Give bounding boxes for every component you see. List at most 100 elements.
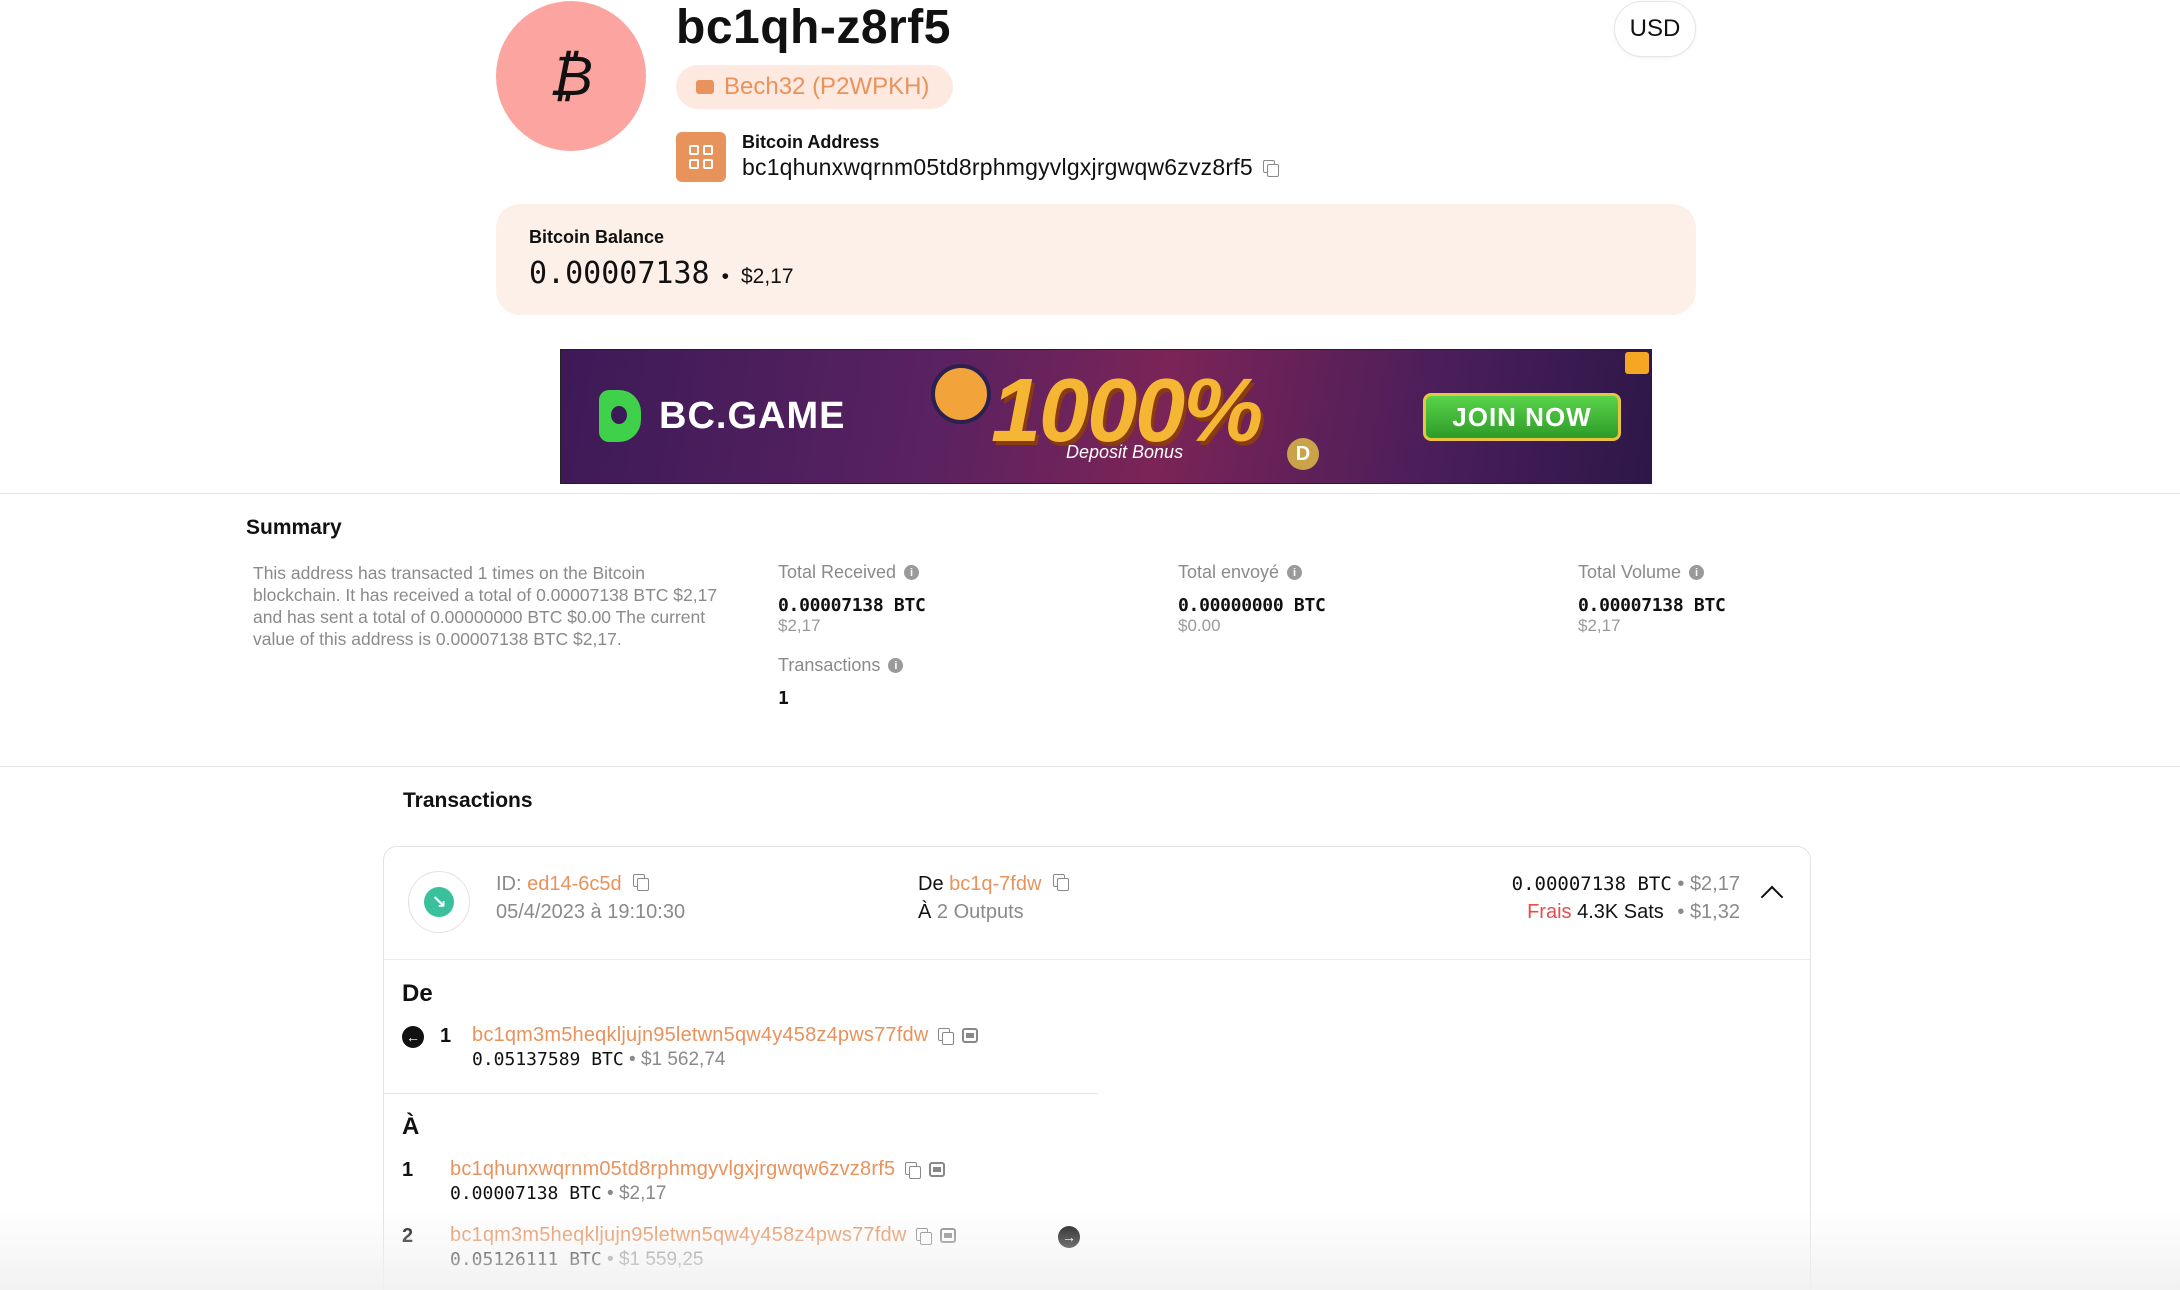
info-icon[interactable]: i — [904, 565, 920, 580]
total-volume-btc: 0.00007138 BTC — [1578, 595, 1726, 616]
inputs-title: De — [402, 980, 433, 1007]
balance-separator: • — [721, 265, 729, 288]
tx-id-row: ID: ed14-6c5d — [496, 873, 650, 896]
shiba-coin-icon — [931, 364, 991, 424]
transaction-card: ↘ ID: ed14-6c5d 05/4/2023 à 19:10:30 De … — [383, 846, 1811, 1290]
transactions-count-label: Transactions — [778, 655, 881, 675]
join-now-button[interactable]: JOIN NOW — [1423, 393, 1621, 441]
bitcoin-avatar: ₿ — [496, 1, 646, 151]
total-received-usd: $2,17 — [778, 616, 821, 635]
output-amount-row: 0.00007138 BTC • $2,17 — [450, 1183, 666, 1205]
incoming-arrow-icon: ↘ — [424, 887, 454, 917]
bcgame-brand: BC.GAME — [659, 394, 846, 437]
address-label: Bitcoin Address — [742, 132, 880, 152]
balance-card: Bitcoin Balance 0.00007138 • $2,17 — [496, 204, 1696, 315]
output-address-link[interactable]: bc1qhunxwqrnm05td8rphmgyvlgxjrgwqw6zvz8r… — [450, 1158, 895, 1181]
output-usd: $1 559,25 — [618, 1249, 704, 1270]
address-type-badge: Bech32 (P2WPKH) — [676, 65, 954, 109]
input-amount-row: 0.05137589 BTC • $1 562,74 — [472, 1049, 725, 1071]
bcgame-logo-icon — [599, 390, 641, 442]
output-address-row: bc1qm3m5heqkljujn95letwn5qw4y458z4pws77f… — [450, 1224, 957, 1247]
balance-usd: $2,17 — [740, 265, 794, 288]
info-icon[interactable]: i — [888, 658, 904, 673]
total-received-label: Total Received — [778, 562, 897, 582]
output-btc: 0.00007138 BTC — [450, 1183, 602, 1204]
tx-from-label: De — [918, 873, 944, 895]
balance-value: 0.00007138 • $2,17 — [529, 256, 794, 291]
address-full-row: bc1qhunxwqrnm05td8rphmgyvlgxjrgwqw6zvz8r… — [742, 154, 1279, 181]
dogecoin-icon: D — [1287, 438, 1319, 470]
currency-button[interactable]: USD — [1614, 1, 1696, 57]
tx-datetime: 05/4/2023 à 19:10:30 — [496, 901, 686, 923]
io-divider — [384, 1093, 1098, 1094]
copy-icon[interactable] — [633, 874, 650, 891]
incoming-transaction-badge: ↘ — [408, 871, 470, 933]
output-arrow-icon[interactable]: → — [1058, 1226, 1080, 1248]
total-volume-usd: $2,17 — [1578, 616, 1621, 635]
tx-amount-btc: 0.00007138 BTC — [1511, 873, 1672, 895]
section-divider — [0, 493, 2180, 494]
info-icon[interactable]: i — [1689, 565, 1705, 580]
input-address-row: bc1qm3m5heqkljujn95letwn5qw4y458z4pws77f… — [472, 1024, 979, 1047]
total-received-stat: Total Received i 0.00007138 BTC $2,17 — [778, 562, 926, 636]
tx-from-link[interactable]: bc1q-7fdw — [949, 873, 1041, 895]
bullet: • — [607, 1249, 614, 1270]
script-icon[interactable] — [940, 1228, 957, 1243]
input-arrow-icon[interactable]: ← — [402, 1026, 424, 1048]
copy-icon[interactable] — [905, 1161, 922, 1179]
tx-amount-usd: $2,17 — [1689, 873, 1740, 895]
total-volume-label: Total Volume — [1578, 562, 1682, 582]
tx-id-link[interactable]: ed14-6c5d — [527, 873, 622, 895]
balance-label: Bitcoin Balance — [529, 227, 665, 247]
copy-icon[interactable] — [916, 1227, 933, 1245]
input-btc: 0.05137589 BTC — [472, 1049, 624, 1070]
bullet: • — [1677, 873, 1685, 895]
ad-choices-icon[interactable] — [1625, 352, 1649, 374]
transactions-title: Transactions — [403, 789, 533, 812]
tx-id-label: ID: — [496, 873, 522, 895]
script-icon[interactable] — [929, 1162, 946, 1177]
summary-title: Summary — [246, 516, 342, 539]
bullet: • — [629, 1049, 636, 1070]
tx-fee-label: Frais — [1527, 901, 1572, 923]
bullet: • — [1677, 901, 1685, 923]
input-number: 1 — [440, 1025, 452, 1047]
outputs-title: À — [402, 1113, 420, 1140]
total-volume-stat: Total Volume i 0.00007138 BTC $2,17 — [1578, 562, 1726, 636]
bullet: • — [607, 1183, 614, 1204]
tx-from-row: De bc1q-7fdw — [918, 873, 1069, 896]
section-divider — [0, 766, 2180, 767]
wallet-icon — [696, 80, 714, 94]
total-received-btc: 0.00007138 BTC — [778, 595, 926, 616]
ad-banner[interactable]: BC.GAME 1000% Deposit Bonus D JOIN NOW — [560, 349, 1652, 484]
address-type-label: Bech32 (P2WPKH) — [724, 73, 930, 100]
copy-icon[interactable] — [1052, 874, 1069, 891]
output-address-row: bc1qhunxwqrnm05td8rphmgyvlgxjrgwqw6zvz8r… — [450, 1158, 946, 1181]
info-icon[interactable]: i — [1287, 565, 1303, 580]
output-address-link[interactable]: bc1qm3m5heqkljujn95letwn5qw4y458z4pws77f… — [450, 1224, 906, 1247]
copy-icon[interactable] — [938, 1027, 955, 1045]
balance-btc: 0.00007138 — [529, 256, 710, 291]
transactions-count-stat: Transactions i 1 — [778, 655, 904, 709]
promo-subtitle: Deposit Bonus — [1066, 442, 1184, 462]
tx-to-row: À 2 Outputs — [918, 901, 1024, 924]
output-btc: 0.05126111 BTC — [450, 1249, 602, 1270]
chevron-up-icon[interactable] — [1760, 885, 1784, 909]
total-sent-stat: Total envoyé i 0.00000000 BTC $0.00 — [1178, 562, 1326, 636]
input-address-link[interactable]: bc1qm3m5heqkljujn95letwn5qw4y458z4pws77f… — [472, 1024, 928, 1047]
input-usd: $1 562,74 — [640, 1049, 726, 1070]
total-sent-label: Total envoyé — [1178, 562, 1280, 582]
transactions-count-value: 1 — [778, 688, 789, 709]
output-number: 2 — [402, 1225, 414, 1247]
tx-fee-row: Frais 4.3K Sats • $1,32 — [1527, 901, 1740, 924]
tx-fee-usd: $1,32 — [1689, 901, 1740, 923]
total-sent-btc: 0.00000000 BTC — [1178, 595, 1326, 616]
summary-description: This address has transacted 1 times on t… — [253, 563, 718, 649]
page-title: bc1qh-z8rf5 — [676, 1, 951, 54]
bcgame-logo: BC.GAME — [599, 390, 845, 442]
qr-code-icon[interactable] — [676, 132, 726, 182]
bitcoin-symbol: ₿ — [549, 44, 593, 109]
copy-icon[interactable] — [1262, 159, 1279, 177]
script-icon[interactable] — [962, 1028, 979, 1043]
address-full: bc1qhunxwqrnm05td8rphmgyvlgxjrgwqw6zvz8r… — [742, 154, 1253, 180]
